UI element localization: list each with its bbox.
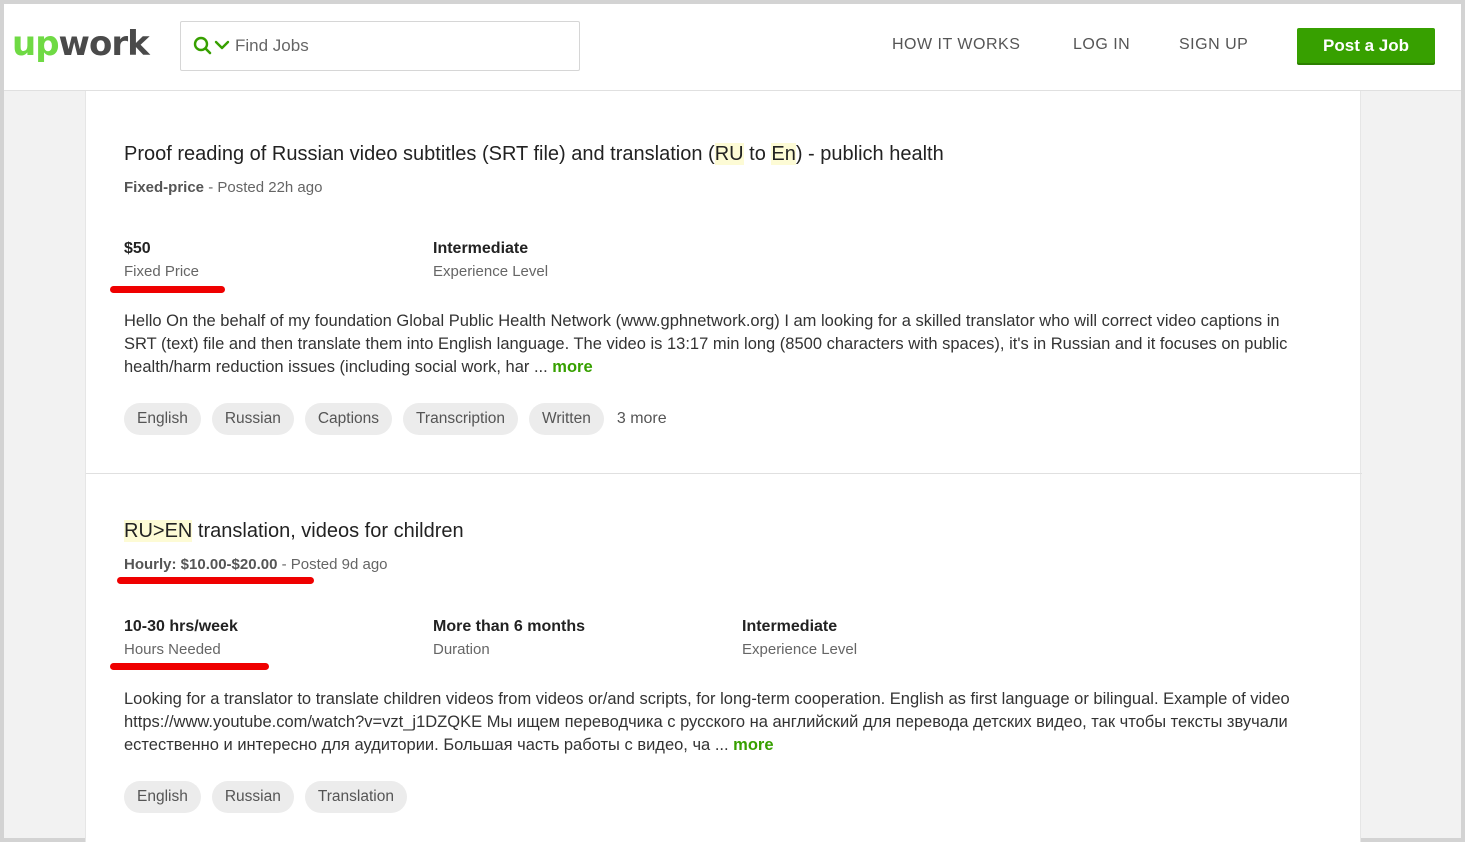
nav-how-it-works[interactable]: HOW IT WORKS xyxy=(892,36,1020,54)
stat-label: Duration xyxy=(433,641,490,658)
skill-tags: English Russian Translation xyxy=(124,781,407,813)
skill-tag[interactable]: English xyxy=(124,781,201,813)
job-card: Proof reading of Russian video subtitles… xyxy=(86,91,1362,474)
job-list-panel: Proof reading of Russian video subtitles… xyxy=(85,91,1362,842)
red-annotation-underline xyxy=(110,286,225,293)
experience-stat: Intermediate Experience Level xyxy=(433,240,548,280)
hours-stat: 10-30 hrs/week Hours Needed xyxy=(124,618,238,658)
posted-time: - Posted 22h ago xyxy=(204,179,323,196)
more-link[interactable]: more xyxy=(552,358,592,376)
job-search-box[interactable] xyxy=(180,21,580,71)
more-tags-link[interactable]: 3 more xyxy=(617,410,667,428)
skill-tags: English Russian Captions Transcription W… xyxy=(124,403,667,435)
search-icon[interactable] xyxy=(193,36,233,58)
job-type: Fixed-price xyxy=(124,179,205,196)
job-meta: Hourly: $10.00-$20.00 - Posted 9d ago xyxy=(124,556,388,573)
posted-time: - Posted 9d ago xyxy=(277,556,388,573)
red-annotation-underline xyxy=(117,577,314,584)
search-input[interactable] xyxy=(235,30,565,62)
stat-label: Hours Needed xyxy=(124,641,221,658)
title-text: Proof reading of Russian video subtitles… xyxy=(124,143,715,165)
skill-tag[interactable]: Russian xyxy=(211,781,294,813)
title-text: to xyxy=(743,143,772,165)
stat-value: More than 6 months xyxy=(433,618,586,635)
experience-stat: Intermediate Experience Level xyxy=(742,618,857,658)
logo-work: work xyxy=(58,24,150,64)
top-header: upwork HOW IT WORKS LOG IN SIGN UP Post … xyxy=(4,4,1461,91)
job-description: Looking for a translator to translate ch… xyxy=(124,688,1304,757)
skill-tag[interactable]: Transcription xyxy=(403,403,519,435)
more-link[interactable]: more xyxy=(733,736,773,754)
stat-label: Experience Level xyxy=(433,263,549,280)
stat-label: Experience Level xyxy=(742,641,858,658)
stat-label: Fixed Price xyxy=(124,263,200,280)
title-highlight: RU>EN xyxy=(124,520,193,542)
description-text: Looking for a translator to translate ch… xyxy=(124,690,1290,754)
job-type: Hourly: $10.00-$20.00 xyxy=(124,556,278,573)
job-title[interactable]: Proof reading of Russian video subtitles… xyxy=(124,143,944,166)
skill-tag[interactable]: English xyxy=(124,403,201,435)
job-card: RU>EN translation, videos for children H… xyxy=(86,474,1362,842)
title-highlight: En xyxy=(771,143,796,165)
title-text: translation, videos for children xyxy=(192,520,464,542)
stat-value: 10-30 hrs/week xyxy=(124,618,238,635)
title-text: ) - publich health xyxy=(795,143,944,165)
skill-tag[interactable]: Russian xyxy=(211,403,294,435)
logo-up: up xyxy=(12,24,60,64)
job-meta: Fixed-price - Posted 22h ago xyxy=(124,179,322,196)
skill-tag[interactable]: Written xyxy=(529,403,604,435)
description-text: Hello On the behalf of my foundation Glo… xyxy=(124,312,1288,376)
upwork-logo[interactable]: upwork xyxy=(12,22,150,66)
budget-stat: $50 Fixed Price xyxy=(124,240,199,280)
skill-tag[interactable]: Captions xyxy=(304,403,393,435)
red-annotation-underline xyxy=(110,663,269,670)
nav-log-in[interactable]: LOG IN xyxy=(1073,36,1130,54)
duration-stat: More than 6 months Duration xyxy=(433,618,585,658)
stat-value: Intermediate xyxy=(742,618,838,635)
skill-tag[interactable]: Translation xyxy=(304,781,407,813)
job-title[interactable]: RU>EN translation, videos for children xyxy=(124,520,464,543)
stat-value: $50 xyxy=(124,240,151,257)
stat-value: Intermediate xyxy=(433,240,529,257)
job-description: Hello On the behalf of my foundation Glo… xyxy=(124,310,1304,379)
nav-sign-up[interactable]: SIGN UP xyxy=(1179,36,1248,54)
title-highlight: RU xyxy=(714,143,744,165)
post-job-button[interactable]: Post a Job xyxy=(1297,28,1435,63)
